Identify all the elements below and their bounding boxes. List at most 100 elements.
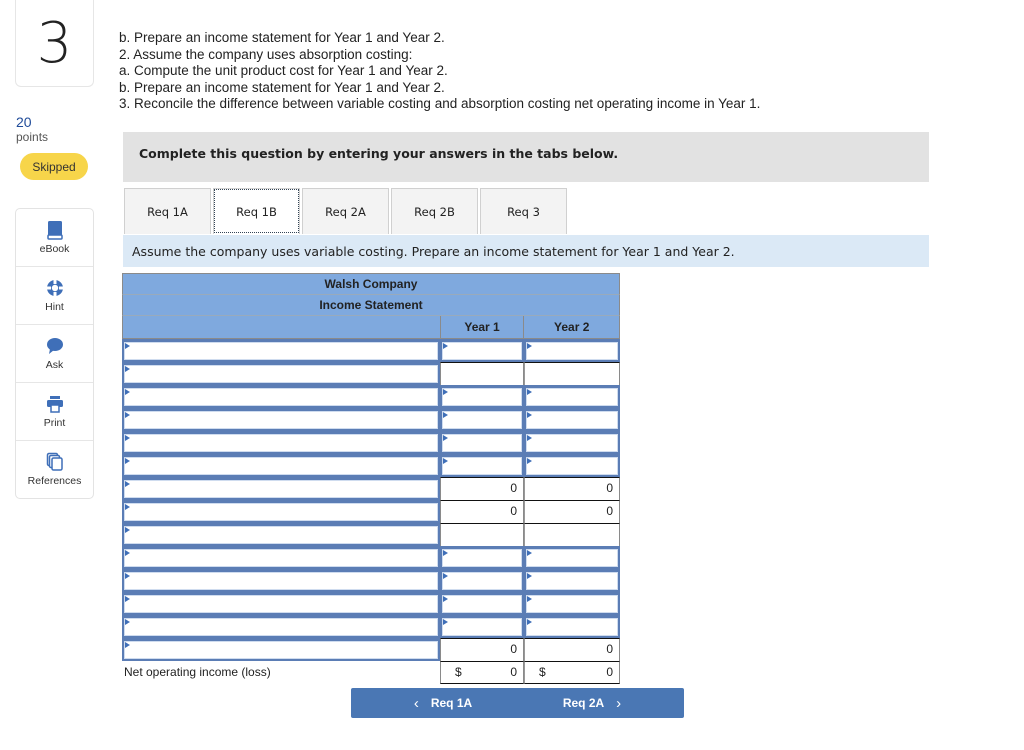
year1-calculated-amount	[440, 362, 524, 385]
prev-req-button[interactable]: ‹ Req 1A	[351, 688, 523, 718]
currency-symbol: $	[455, 665, 462, 679]
year2-amount-input[interactable]	[524, 592, 620, 615]
statement-row	[122, 339, 620, 362]
line-item-label-input[interactable]	[122, 362, 440, 385]
line-item-label-input[interactable]	[122, 523, 440, 546]
company-name: Walsh Company	[122, 273, 620, 294]
tool-label: Ask	[45, 359, 64, 371]
year1-amount-input[interactable]	[440, 431, 524, 454]
year1-amount-input[interactable]	[440, 569, 524, 592]
year2-calculated-amount: 0	[524, 638, 620, 661]
line-item-label-input[interactable]	[122, 615, 440, 638]
tool-ebook[interactable]: eBook	[16, 209, 93, 267]
tab-req-2a[interactable]: Req 2A	[302, 188, 389, 234]
statement-row	[122, 408, 620, 431]
statement-row	[122, 385, 620, 408]
tool-references[interactable]: References	[16, 441, 93, 498]
net-operating-income-year1: $ 0	[440, 661, 524, 684]
year1-amount-input[interactable]	[440, 546, 524, 569]
year2-calculated-amount: 0	[524, 477, 620, 500]
instruction-line: 2. Assume the company uses absorption co…	[119, 46, 413, 62]
year2-amount-input[interactable]	[524, 385, 620, 408]
line-item-label-input[interactable]	[122, 638, 440, 661]
net-operating-income-label: Net operating income (loss)	[124, 665, 271, 679]
instruction-line: 3. Reconcile the difference between vari…	[119, 96, 761, 111]
year1-calculated-amount: 0	[440, 477, 524, 500]
statement-row	[122, 454, 620, 477]
year1-amount-input[interactable]	[440, 592, 524, 615]
year2-calculated-amount	[524, 362, 620, 385]
column-headers: Year 1 Year 2	[122, 315, 620, 339]
speech-bubble-icon	[45, 336, 65, 356]
statement-row: 00	[122, 638, 620, 661]
documents-icon	[45, 452, 65, 472]
banner-text: Complete this question by entering your …	[139, 146, 619, 161]
statement-row	[122, 592, 620, 615]
line-item-label-input[interactable]	[122, 339, 440, 362]
statement-row	[122, 569, 620, 592]
line-item-label-input[interactable]	[122, 569, 440, 592]
line-item-label-input[interactable]	[122, 385, 440, 408]
tab-req-2b[interactable]: Req 2B	[391, 188, 478, 234]
prompt-text: Assume the company uses variable costing…	[132, 244, 735, 259]
net-operating-income-row: Net operating income (loss) $ 0 $ 0	[122, 661, 620, 684]
tool-label: eBook	[39, 243, 70, 255]
year2-column-header: Year 2	[523, 316, 619, 338]
tool-ask[interactable]: Ask	[16, 325, 93, 383]
tools-panel: eBook Hint Ask Print References	[15, 208, 94, 499]
year2-amount-input[interactable]	[524, 454, 620, 477]
statement-row	[122, 546, 620, 569]
statement-title: Income Statement	[122, 294, 620, 315]
line-item-label-input[interactable]	[122, 431, 440, 454]
net-operating-income-year2: $ 0	[524, 661, 620, 684]
line-item-label-input[interactable]	[122, 546, 440, 569]
year2-amount-input[interactable]	[524, 339, 620, 362]
year1-calculated-amount: 0	[440, 500, 524, 523]
tool-label: Print	[43, 417, 66, 429]
status-badge: Skipped	[20, 153, 88, 180]
year2-amount-input[interactable]	[524, 615, 620, 638]
tool-label: References	[27, 475, 82, 487]
line-item-label-input[interactable]	[122, 500, 440, 523]
statement-row	[122, 362, 620, 385]
prev-req-label: Req 1A	[430, 696, 473, 710]
statement-row: 00	[122, 477, 620, 500]
tab-req-1a[interactable]: Req 1A	[124, 188, 211, 234]
year2-calculated-amount	[524, 523, 620, 546]
points-value: 20	[16, 114, 32, 130]
year1-amount-input[interactable]	[440, 385, 524, 408]
statement-row	[122, 615, 620, 638]
year1-amount-input[interactable]	[440, 454, 524, 477]
line-item-label-input[interactable]	[122, 408, 440, 431]
line-item-label-input[interactable]	[122, 477, 440, 500]
instruction-line: a. Compute the unit product cost for Yea…	[119, 63, 448, 78]
points-label: points	[16, 130, 49, 144]
instructions: b. Prepare an income statement for Year …	[119, 30, 760, 113]
tab-req-3[interactable]: Req 3	[480, 188, 567, 234]
year2-amount-input[interactable]	[524, 569, 620, 592]
chevron-left-icon: ‹	[413, 694, 419, 712]
label-column-header	[123, 316, 440, 338]
tool-label: Hint	[45, 301, 64, 313]
tool-hint[interactable]: Hint	[16, 267, 93, 325]
year1-amount-input[interactable]	[440, 408, 524, 431]
printer-icon	[45, 394, 65, 414]
question-number: 3	[15, 0, 94, 87]
points-block: 20 points	[16, 114, 48, 144]
line-item-label-input[interactable]	[122, 454, 440, 477]
year2-amount-input[interactable]	[524, 408, 620, 431]
instruction-line: b. Prepare an income statement for Year …	[119, 30, 445, 45]
year1-column-header: Year 1	[439, 316, 524, 338]
instructions-banner: Complete this question by entering your …	[123, 132, 929, 182]
year1-amount-input[interactable]	[440, 339, 524, 362]
year1-amount-input[interactable]	[440, 615, 524, 638]
year2-amount-input[interactable]	[524, 546, 620, 569]
statement-row: 00	[122, 500, 620, 523]
tool-print[interactable]: Print	[16, 383, 93, 441]
tab-req-1b[interactable]: Req 1B	[213, 188, 300, 234]
year2-amount-input[interactable]	[524, 431, 620, 454]
chevron-right-icon: ›	[616, 694, 622, 712]
line-item-label-input[interactable]	[122, 592, 440, 615]
next-req-button[interactable]: Req 2A ›	[512, 688, 684, 718]
book-icon	[45, 220, 65, 240]
